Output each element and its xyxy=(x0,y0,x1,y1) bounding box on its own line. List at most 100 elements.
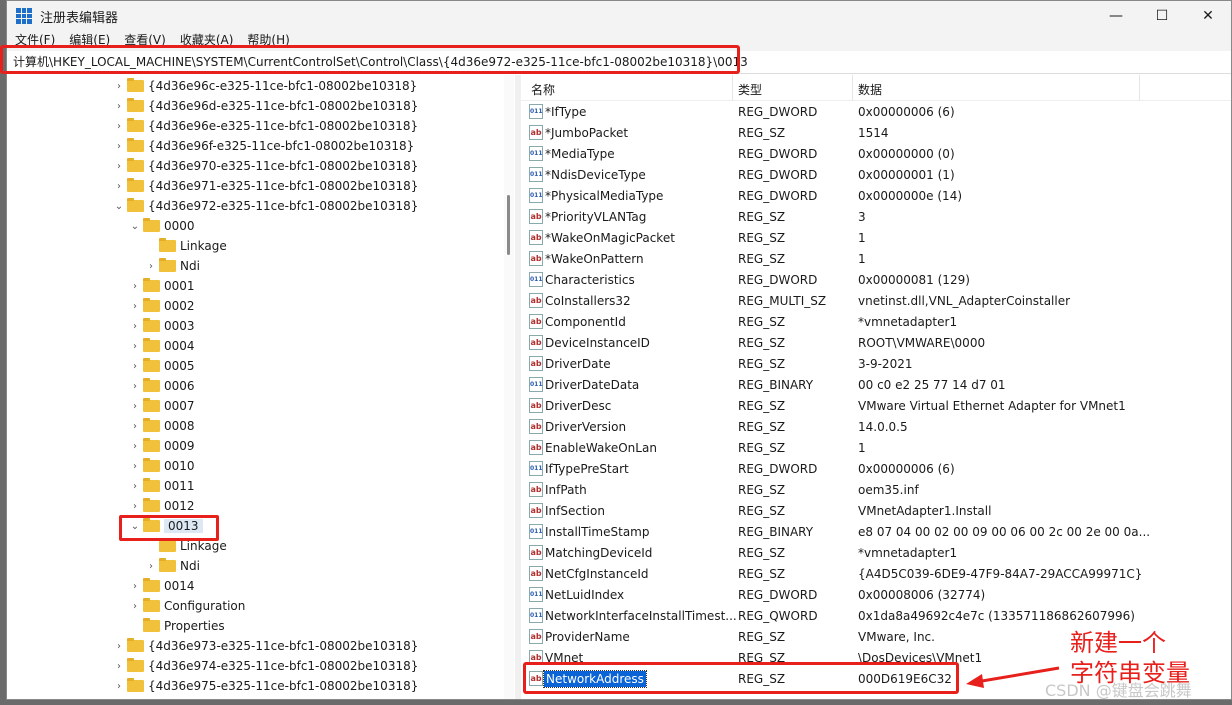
chevron-right-icon[interactable]: › xyxy=(113,681,125,692)
chevron-right-icon[interactable]: › xyxy=(129,361,141,372)
tree-item[interactable]: Properties xyxy=(129,616,225,636)
chevron-right-icon[interactable]: › xyxy=(113,641,125,652)
chevron-right-icon[interactable]: › xyxy=(129,281,141,292)
chevron-right-icon[interactable]: › xyxy=(145,561,157,572)
tree-item[interactable]: › 0003 xyxy=(129,316,195,336)
value-row[interactable]: 011 NetLuidIndex REG_DWORD 0x00008006 (3277… xyxy=(521,584,1221,605)
column-data[interactable]: 数据 xyxy=(858,81,882,98)
tree-item[interactable]: › {4d36e974-e325-11ce-bfc1-08002be10318} xyxy=(113,656,418,676)
chevron-down-icon[interactable]: ⌄ xyxy=(129,221,141,232)
chevron-right-icon[interactable]: › xyxy=(113,101,125,112)
tree-item[interactable]: › {4d36e971-e325-11ce-bfc1-08002be10318} xyxy=(113,176,418,196)
tree-item-label: {4d36e970-e325-11ce-bfc1-08002be10318} xyxy=(148,159,419,173)
chevron-right-icon[interactable]: › xyxy=(129,601,141,612)
value-row[interactable]: ab CoInstallers32 REG_MULTI_SZ vnetinst.dll… xyxy=(521,290,1221,311)
column-name[interactable]: 名称 xyxy=(531,81,555,98)
value-row[interactable]: ab DriverVersion REG_SZ 14.0.0.5 xyxy=(521,416,1221,437)
tree-item[interactable]: › 0014 xyxy=(129,576,195,596)
tree-item[interactable]: › 0012 xyxy=(129,496,195,516)
chevron-right-icon[interactable]: › xyxy=(113,161,125,172)
chevron-right-icon[interactable]: › xyxy=(129,341,141,352)
value-type: REG_DWORD xyxy=(738,167,818,182)
chevron-right-icon[interactable]: › xyxy=(129,421,141,432)
value-row[interactable]: 011 *MediaType REG_DWORD 0x00000000 (0) xyxy=(521,143,1221,164)
tree-item[interactable]: › 0001 xyxy=(129,276,195,296)
value-row[interactable]: 011 *IfType REG_DWORD 0x00000006 (6) xyxy=(521,101,1221,122)
column-type[interactable]: 类型 xyxy=(738,81,762,98)
chevron-right-icon[interactable]: › xyxy=(113,141,125,152)
chevron-right-icon[interactable]: › xyxy=(129,321,141,332)
value-row[interactable]: ab *WakeOnPattern REG_SZ 1 xyxy=(521,248,1221,269)
value-row[interactable]: ab *WakeOnMagicPacket REG_SZ 1 xyxy=(521,227,1221,248)
chevron-right-icon[interactable]: › xyxy=(129,481,141,492)
tree-item-label: {4d36e972-e325-11ce-bfc1-08002be10318} xyxy=(148,199,419,213)
value-row[interactable]: ab *PriorityVLANTag REG_SZ 3 xyxy=(521,206,1221,227)
title-bar: 注册表编辑器 — ☐ ✕ xyxy=(7,1,1231,31)
chevron-down-icon[interactable]: ⌄ xyxy=(113,201,125,212)
value-row[interactable]: ab InfPath REG_SZ oem35.inf xyxy=(521,479,1221,500)
tree-item[interactable]: › {4d36e96e-e325-11ce-bfc1-08002be10318} xyxy=(113,116,418,136)
tree-item[interactable]: › 0008 xyxy=(129,416,195,436)
value-name: InfSection xyxy=(545,503,605,518)
string-value-icon: ab xyxy=(529,419,543,434)
maximize-button[interactable]: ☐ xyxy=(1139,1,1185,31)
value-data: 1 xyxy=(858,230,866,245)
chevron-right-icon[interactable]: › xyxy=(145,261,157,272)
tree-item[interactable]: › Configuration xyxy=(129,596,245,616)
value-row[interactable]: ab ComponentId REG_SZ *vmnetadapter1 xyxy=(521,311,1221,332)
tree-item[interactable]: › 0002 xyxy=(129,296,195,316)
tree-item[interactable]: › Ndi xyxy=(145,256,200,276)
chevron-right-icon[interactable]: › xyxy=(113,81,125,92)
tree-scrollbar[interactable] xyxy=(504,75,514,699)
chevron-right-icon[interactable]: › xyxy=(129,581,141,592)
chevron-right-icon[interactable]: › xyxy=(129,441,141,452)
tree-item[interactable]: ⌄ 0000 xyxy=(129,216,195,236)
tree-item[interactable]: › {4d36e975-e325-11ce-bfc1-08002be10318} xyxy=(113,676,418,696)
chevron-right-icon[interactable]: › xyxy=(129,301,141,312)
tree-item[interactable]: › {4d36e96c-e325-11ce-bfc1-08002be10318} xyxy=(113,76,417,96)
value-row[interactable]: ab DeviceInstanceID REG_SZ ROOT\VMWARE\0000 xyxy=(521,332,1221,353)
chevron-right-icon[interactable]: › xyxy=(113,181,125,192)
value-row[interactable]: 011 *NdisDeviceType REG_DWORD 0x00000001 (1… xyxy=(521,164,1221,185)
chevron-right-icon[interactable]: › xyxy=(129,381,141,392)
tree-item[interactable]: Linkage xyxy=(145,236,227,256)
value-row[interactable]: ab MatchingDeviceId REG_SZ *vmnetadapter1 xyxy=(521,542,1221,563)
tree-item[interactable]: › 0009 xyxy=(129,436,195,456)
value-row[interactable]: 011 NetworkInterfaceInstallTimest... REG_Q… xyxy=(521,605,1221,626)
chevron-right-icon[interactable]: › xyxy=(129,501,141,512)
tree-item[interactable]: › 0011 xyxy=(129,476,195,496)
tree-item-label: Linkage xyxy=(180,539,227,553)
folder-icon xyxy=(143,418,160,432)
chevron-right-icon[interactable]: › xyxy=(113,121,125,132)
value-row[interactable]: ab EnableWakeOnLan REG_SZ 1 xyxy=(521,437,1221,458)
value-row[interactable]: ab *JumboPacket REG_SZ 1514 xyxy=(521,122,1221,143)
tree-item[interactable]: › 0010 xyxy=(129,456,195,476)
value-row[interactable]: ab DriverDesc REG_SZ VMware Virtual Etherne… xyxy=(521,395,1221,416)
chevron-right-icon[interactable]: › xyxy=(113,661,125,672)
value-row[interactable]: 011 Characteristics REG_DWORD 0x00000081 (1… xyxy=(521,269,1221,290)
tree-item[interactable]: › 0005 xyxy=(129,356,195,376)
tree-item[interactable]: › 0004 xyxy=(129,336,195,356)
value-row[interactable]: 011 DriverDateData REG_BINARY 00 c0 e2 25 7… xyxy=(521,374,1221,395)
tree-item[interactable]: › {4d36e970-e325-11ce-bfc1-08002be10318} xyxy=(113,156,418,176)
value-row[interactable]: ab NetCfgInstanceId REG_SZ {A4D5C039-6DE9-4… xyxy=(521,563,1221,584)
value-row[interactable]: 011 IfTypePreStart REG_DWORD 0x00000006 (6) xyxy=(521,458,1221,479)
close-button[interactable]: ✕ xyxy=(1185,1,1231,31)
minimize-button[interactable]: — xyxy=(1093,1,1139,31)
tree-item[interactable]: › Ndi xyxy=(145,556,200,576)
tree-item-label: {4d36e96d-e325-11ce-bfc1-08002be10318} xyxy=(148,99,419,113)
value-row[interactable]: 011 InstallTimeStamp REG_BINARY e8 07 04 00… xyxy=(521,521,1221,542)
chevron-right-icon[interactable]: › xyxy=(129,461,141,472)
tree-item[interactable]: › {4d36e973-e325-11ce-bfc1-08002be10318} xyxy=(113,636,418,656)
tree-item[interactable]: › 0006 xyxy=(129,376,195,396)
tree-item[interactable]: › 0007 xyxy=(129,396,195,416)
value-row[interactable]: ab DriverDate REG_SZ 3-9-2021 xyxy=(521,353,1221,374)
value-type: REG_SZ xyxy=(738,503,786,518)
tree-item[interactable]: ⌄ {4d36e972-e325-11ce-bfc1-08002be10318} xyxy=(113,196,418,216)
value-row[interactable]: 011 *PhysicalMediaType REG_DWORD 0x0000000e… xyxy=(521,185,1221,206)
chevron-right-icon[interactable]: › xyxy=(129,401,141,412)
value-type: REG_SZ xyxy=(738,209,786,224)
value-row[interactable]: ab InfSection REG_SZ VMnetAdapter1.Install xyxy=(521,500,1221,521)
tree-item[interactable]: › {4d36e96d-e325-11ce-bfc1-08002be10318} xyxy=(113,96,418,116)
tree-item[interactable]: › {4d36e96f-e325-11ce-bfc1-08002be10318} xyxy=(113,136,414,156)
